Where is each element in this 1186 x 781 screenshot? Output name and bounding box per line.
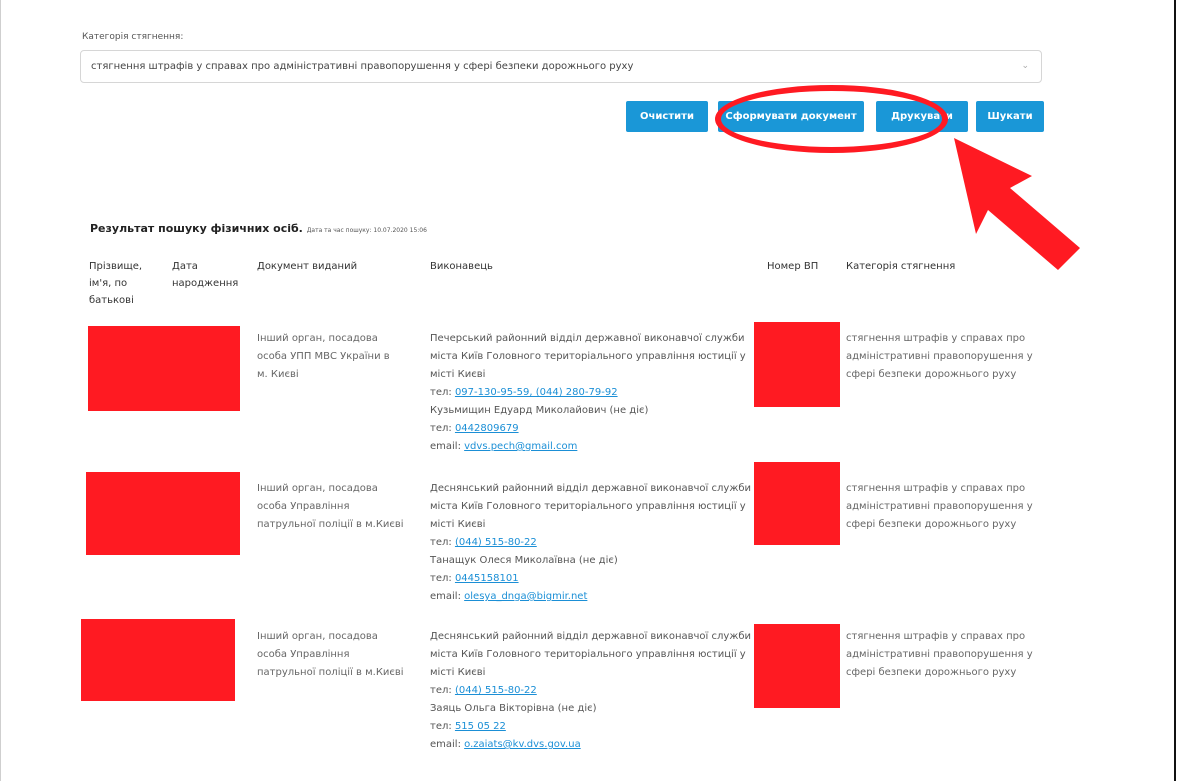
executor-phone-line: тел: (044) 515-80-22	[430, 682, 755, 700]
results-title-text: Результат пошуку фізичних осіб.	[90, 222, 303, 235]
person-phone-link[interactable]: 0445158101	[455, 573, 519, 584]
row-executor: Деснянський районний відділ державної ви…	[430, 480, 755, 606]
highlight-oval	[715, 85, 948, 153]
email-label: email:	[430, 739, 461, 750]
executor-phone-link[interactable]: (044) 515-80-22	[455, 685, 537, 696]
executor-phone-link[interactable]: 097-130-95-59, (044) 280-79-92	[455, 387, 618, 398]
header-vp: Номер ВП	[767, 261, 819, 272]
row-issued: Інший орган, посадова особа Управління п…	[257, 483, 404, 530]
chevron-down-icon: ⌄	[1021, 61, 1029, 71]
person-phone-link[interactable]: 515 05 22	[455, 721, 506, 732]
row-executor: Печерський районний відділ державної вик…	[430, 330, 755, 456]
executor-phone-link[interactable]: (044) 515-80-22	[455, 537, 537, 548]
person-phone-link[interactable]: 0442809679	[455, 423, 519, 434]
header-category: Категорія стягнення	[846, 261, 956, 272]
row-executor: Деснянський районний відділ державної ви…	[430, 628, 755, 754]
tel-label: тел:	[430, 387, 452, 398]
row-category: стягнення штрафів у справах про адмініст…	[846, 483, 1033, 530]
person-phone-line: тел: 515 05 22	[430, 718, 755, 736]
redacted-vp-number	[754, 322, 840, 407]
category-label: Категорія стягнення:	[82, 32, 184, 42]
tel-label: тел:	[430, 721, 452, 732]
row-category: стягнення штрафів у справах про адмініст…	[846, 333, 1033, 380]
header-executor: Виконавець	[430, 261, 493, 272]
redacted-name	[86, 472, 240, 555]
executor-phone-line: тел: 097-130-95-59, (044) 280-79-92	[430, 384, 755, 402]
search-button[interactable]: Шукати	[976, 101, 1044, 132]
header-birth: Дата народження	[172, 261, 239, 289]
executor-person: Заяць Ольга Вікторівна (не діє)	[430, 703, 597, 714]
category-select-value: стягнення штрафів у справах про адмініст…	[91, 61, 634, 72]
row-issued: Інший орган, посадова особа УПП МВС Укра…	[257, 333, 390, 380]
person-phone-line: тел: 0442809679	[430, 420, 755, 438]
row-issued: Інший орган, посадова особа Управління п…	[257, 631, 404, 678]
email-label: email:	[430, 591, 461, 602]
email-line: email: olesya_dnga@bigmir.net	[430, 588, 755, 606]
person-phone-line: тел: 0445158101	[430, 570, 755, 588]
email-link[interactable]: olesya_dnga@bigmir.net	[464, 591, 587, 602]
header-issued: Документ виданий	[257, 261, 358, 272]
clear-button[interactable]: Очистити	[626, 101, 708, 132]
tel-label: тел:	[430, 423, 452, 434]
redacted-name	[81, 619, 235, 701]
email-line: email: vdvs.pech@gmail.com	[430, 438, 755, 456]
search-date: Дата та час пошуку: 10.07.2020 15:06	[306, 227, 427, 234]
tel-label: тел:	[430, 573, 452, 584]
row-category: стягнення штрафів у справах про адмініст…	[846, 631, 1033, 678]
executor-person: Кузьмищин Едуард Миколайович (не діє)	[430, 405, 649, 416]
redacted-name	[88, 326, 240, 411]
executor-org: Печерський районний відділ державної вик…	[430, 333, 746, 380]
category-select[interactable]: стягнення штрафів у справах про адмініст…	[80, 50, 1042, 83]
email-line: email: o.zaiats@kv.dvs.gov.ua	[430, 736, 755, 754]
email-link[interactable]: o.zaiats@kv.dvs.gov.ua	[464, 739, 581, 750]
redacted-vp-number	[754, 624, 840, 708]
executor-org: Деснянський районний відділ державної ви…	[430, 483, 751, 530]
executor-person: Танащук Олеся Миколаївна (не діє)	[430, 555, 618, 566]
executor-phone-line: тел: (044) 515-80-22	[430, 534, 755, 552]
executor-org: Деснянський районний відділ державної ви…	[430, 631, 751, 678]
results-title: Результат пошуку фізичних осіб. Дата та …	[90, 222, 427, 235]
redacted-vp-number	[754, 462, 840, 545]
tel-label: тел:	[430, 537, 452, 548]
email-link[interactable]: vdvs.pech@gmail.com	[464, 441, 577, 452]
header-name: Прізвище, ім'я, по батькові	[89, 261, 143, 306]
tel-label: тел:	[430, 685, 452, 696]
email-label: email:	[430, 441, 461, 452]
